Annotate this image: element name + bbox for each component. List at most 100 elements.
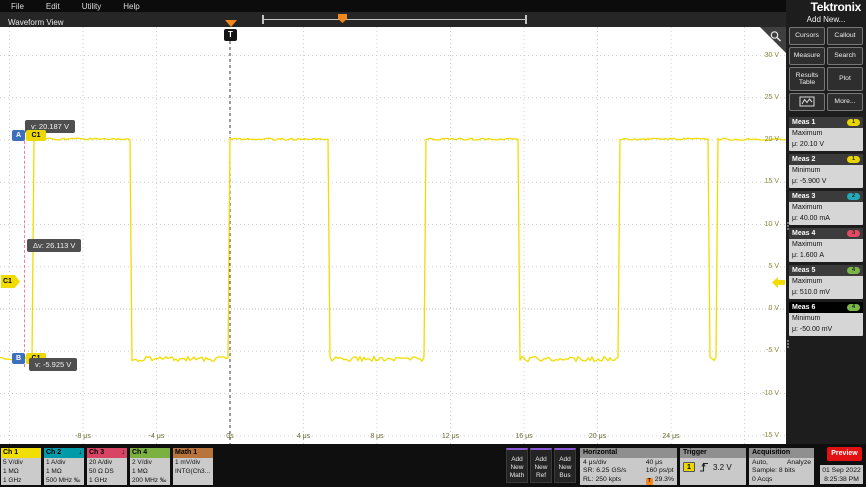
meas-1-name: Meas 1	[792, 119, 815, 126]
y-axis-tick: 20 V	[749, 136, 779, 143]
meas-4-value: μ: 1.600 A	[792, 251, 860, 262]
y-axis-tick: 0 V	[749, 305, 779, 312]
display-settings-button[interactable]	[789, 93, 825, 111]
meas-4-badge[interactable]: Meas 4 3 Maximumμ: 1.600 A	[789, 228, 863, 262]
meas-3-stat: Maximum	[792, 203, 860, 214]
search-button[interactable]: Search	[827, 47, 863, 65]
y-axis-tick: -15 V	[749, 432, 779, 439]
meas-5-name: Meas 5	[792, 267, 815, 274]
channel-2-bandwidth: 500 MHz ‰	[46, 476, 82, 485]
channel-4-bandwidth: 200 MHz ‰	[132, 476, 168, 485]
horizontal-sample-rate: SR: 6.25 GS/s	[583, 467, 626, 475]
math-1-label: Math 1	[175, 448, 197, 458]
math-1-scale: 1 mV/div	[175, 458, 211, 467]
cursor-b-handle[interactable]: B	[12, 353, 25, 364]
channel-1-label: Ch 1	[3, 448, 18, 458]
scroll-handle-dots[interactable]	[787, 340, 789, 342]
meas-1-badge[interactable]: Meas 11 Maximumμ: 20.10 V	[789, 117, 863, 151]
oscilloscope-app: { "menu": {"items": ["File", "Edit", "Ut…	[0, 0, 866, 487]
meas-3-name: Meas 3	[792, 193, 815, 200]
cursor-delta-readout: Δv: 26.113 V	[27, 239, 81, 252]
meas-1-source-pill: 1	[847, 119, 860, 126]
channel-2-termination: 1 MΩ	[46, 467, 82, 476]
horizontal-title: Horizontal	[580, 448, 677, 458]
menu-file[interactable]: File	[0, 2, 35, 11]
scroll-handle-dots[interactable]	[787, 222, 789, 224]
trigger-level: 3.2 V	[713, 463, 732, 472]
acquisition-mode: Auto,	[752, 459, 768, 467]
x-axis-tick: -8 μs	[69, 433, 97, 440]
meas-2-badge[interactable]: Meas 21 Minimumμ: -5.900 V	[789, 154, 863, 188]
add-new-bus-button[interactable]: Add New Bus	[554, 448, 576, 483]
preview-button[interactable]: Preview	[827, 447, 862, 461]
channel-4-termination: 1 MΩ	[132, 467, 168, 476]
y-axis-tick: 15 V	[749, 178, 779, 185]
more-button[interactable]: More...	[827, 93, 863, 111]
trigger-position-marker-icon[interactable]	[225, 20, 237, 27]
trigger-source-badge: 1	[683, 462, 695, 472]
add-new-label: Add New...	[786, 15, 866, 24]
y-axis-tick: -10 V	[749, 390, 779, 397]
results-table-button[interactable]: Results Table	[789, 67, 825, 91]
channel-1-bandwidth: 1 GHz	[3, 476, 39, 485]
trigger-badge[interactable]: Trigger 1 3.2 V	[680, 448, 746, 485]
measure-button[interactable]: Measure	[789, 47, 825, 65]
datetime-display[interactable]: 01 Sep 2022 8:25:38 PM	[820, 465, 863, 484]
add-new-button-grid: Cursors Callout Measure Search Results T…	[786, 27, 866, 111]
add-new-math-button[interactable]: Add New Math	[506, 448, 528, 483]
y-axis-tick: -5 V	[749, 347, 779, 354]
meas-4-source-pill: 3	[847, 230, 860, 237]
meas-5-stat: Maximum	[792, 277, 860, 288]
x-axis-tick: 24 μs	[657, 433, 685, 440]
pan-zoom-overview-bar[interactable]	[262, 15, 527, 24]
channel-3-badge[interactable]: Ch 3↓ 20 A/div50 Ω DS1 GHz	[87, 448, 127, 485]
add-new-ref-button[interactable]: Add New Ref	[530, 448, 552, 483]
meas-4-name: Meas 4	[792, 230, 815, 237]
acquisition-analyze: Analyze	[787, 459, 811, 467]
cursor-vertical-line[interactable]	[24, 131, 25, 367]
waveform-view: -8 μs-4 μs0s4 μs8 μs12 μs16 μs20 μs24 μs…	[0, 27, 786, 444]
meas-5-badge[interactable]: Meas 54 Maximumμ: 510.0 mV	[789, 265, 863, 299]
math-1-badge[interactable]: Math 1↓ 1 mV/divINTG(Ch3...	[173, 448, 213, 485]
channel-2-scale: 1 A/div	[46, 458, 82, 467]
meas-6-name: Meas 6	[792, 304, 815, 311]
meas-6-stat: Minimum	[792, 314, 860, 325]
horizontal-badge[interactable]: Horizontal 4 μs/div40 μs SR: 6.25 GS/s16…	[580, 448, 677, 485]
channel-2-badge[interactable]: Ch 2↓ 1 A/div1 MΩ500 MHz ‰	[44, 448, 84, 485]
meas-2-stat: Minimum	[792, 166, 860, 177]
y-axis-tick: 25 V	[749, 94, 779, 101]
trigger-flag-icon: T	[646, 478, 653, 485]
meas-4-stat: Maximum	[792, 240, 860, 251]
cursor-b-readout: v: -5.925 V	[29, 358, 77, 371]
callout-button[interactable]: Callout	[827, 27, 863, 45]
horizontal-duration: 40 μs	[646, 459, 674, 467]
math-1-expression: INTG(Ch3...	[175, 467, 211, 476]
meas-2-name: Meas 2	[792, 156, 815, 163]
menu-help[interactable]: Help	[112, 2, 150, 11]
meas-3-value: μ: 40.00 mA	[792, 214, 860, 225]
rising-edge-icon	[699, 462, 709, 472]
menu-utility[interactable]: Utility	[71, 2, 113, 11]
channel-1-termination: 1 MΩ	[3, 467, 39, 476]
trigger-indicator-flag[interactable]: T	[224, 29, 237, 41]
acquisition-badge[interactable]: Acquisition Auto,Analyze Sample: 8 bits …	[749, 448, 814, 485]
magnifier-icon[interactable]	[769, 30, 783, 44]
meas-3-badge[interactable]: Meas 32 Maximumμ: 40.00 mA	[789, 191, 863, 225]
pan-position-marker[interactable]	[338, 14, 347, 23]
cursor-a-handle[interactable]: A	[12, 130, 25, 141]
y-axis-tick: 5 V	[749, 263, 779, 270]
channel-4-badge[interactable]: Ch 4↓ 2 V/div1 MΩ200 MHz ‰	[130, 448, 170, 485]
meas-2-value: μ: -5.900 V	[792, 177, 860, 188]
meas-6-source-pill: 4	[847, 304, 860, 311]
trigger-title: Trigger	[680, 448, 746, 458]
menu-bar: File Edit Utility Help	[0, 0, 866, 12]
menu-edit[interactable]: Edit	[35, 2, 71, 11]
settings-bar: Ch 1↓ 5 V/div1 MΩ1 GHz Ch 2↓ 1 A/div1 MΩ…	[0, 444, 866, 487]
plot-button[interactable]: Plot	[827, 67, 863, 91]
waveform-canvas[interactable]	[0, 27, 786, 444]
cursor-a-source-badge[interactable]: C1	[26, 130, 46, 141]
cursors-button[interactable]: Cursors	[789, 27, 825, 45]
channel-1-badge[interactable]: Ch 1↓ 5 V/div1 MΩ1 GHz	[1, 448, 41, 485]
channel-1-scale: 5 V/div	[3, 458, 39, 467]
meas-6-badge[interactable]: Meas 64 Minimumμ: -50.00 mV	[789, 302, 863, 336]
